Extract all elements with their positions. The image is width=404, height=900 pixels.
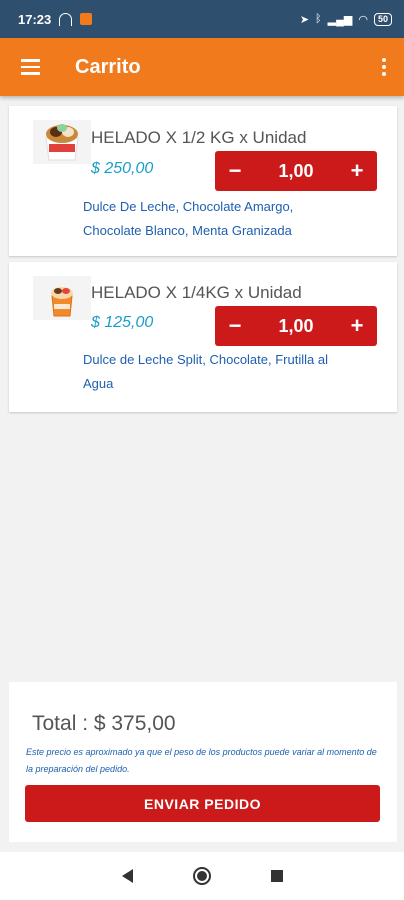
- product-price: $ 125,00: [91, 314, 154, 331]
- hamburger-icon-line: [20, 72, 40, 75]
- home-icon[interactable]: [192, 867, 211, 885]
- headphones-icon: [59, 12, 73, 26]
- flavor-list: Dulce de Leche Split, Chocolate, Frutill…: [83, 352, 328, 391]
- flavor-list: Dulce De Leche, Chocolate Amargo, Chocol…: [83, 199, 294, 238]
- ice-cream-quarter-kg-image: [33, 276, 91, 320]
- system-navigation-bar: [0, 852, 404, 900]
- menu-button[interactable]: [0, 38, 60, 96]
- increase-quantity-button[interactable]: +: [337, 151, 377, 191]
- status-bar: 17:23 ➤ ᛒ ▂▄▆ ◠ 50: [0, 0, 404, 38]
- more-dot-icon: [382, 58, 386, 62]
- location-icon: ➤: [299, 13, 310, 26]
- decrease-quantity-button[interactable]: −: [215, 306, 255, 346]
- quantity-stepper: − 1,00 +: [215, 151, 377, 191]
- ice-cream-half-kg-image: [33, 120, 91, 164]
- quantity-value: 1,00: [278, 315, 314, 336]
- wifi-icon: ◠: [358, 13, 368, 26]
- hamburger-icon-line: [20, 59, 40, 62]
- status-right: ➤ ᛒ ▂▄▆ ◠ 50: [299, 12, 392, 26]
- decrease-quantity-button[interactable]: −: [215, 151, 255, 191]
- increase-quantity-button[interactable]: +: [337, 306, 377, 346]
- product-name: HELADO X 1/2 KG x Unidad: [91, 128, 307, 147]
- status-left: 17:23: [18, 11, 93, 27]
- order-total: Total : $ 375,00: [32, 712, 176, 735]
- product-price: $ 250,00: [91, 160, 154, 177]
- recent-apps-icon[interactable]: [270, 870, 283, 882]
- bluetooth-icon: ᛒ: [315, 13, 322, 25]
- page-title: Carrito: [75, 55, 141, 78]
- more-dot-icon: [382, 65, 386, 69]
- more-options-button[interactable]: [364, 38, 404, 96]
- status-time: 17:23: [18, 11, 52, 27]
- order-summary: Total : $ 375,00 Este precio es aproxima…: [9, 682, 397, 842]
- quantity-value: 1,00: [278, 160, 314, 181]
- app-bar: Carrito: [0, 38, 404, 96]
- back-icon[interactable]: [121, 869, 133, 883]
- signal-icon: ▂▄▆: [327, 13, 353, 26]
- quantity-stepper: − 1,00 +: [215, 306, 377, 346]
- battery-icon: 50: [373, 12, 392, 26]
- more-dot-icon: [382, 72, 386, 76]
- price-disclaimer: Este precio es aproximado ya que el peso…: [26, 747, 377, 774]
- product-name: HELADO X 1/4KG x Unidad: [91, 283, 302, 302]
- app-notification-icon: [80, 13, 93, 25]
- cart-item: HELADO X 1/4KG x Unidad $ 125,00 − 1,00 …: [9, 262, 397, 412]
- hamburger-icon-line: [20, 65, 40, 69]
- cart-item: HELADO X 1/2 KG x Unidad $ 250,00 − 1,00…: [9, 106, 397, 256]
- send-order-button[interactable]: ENVIAR PEDIDO: [25, 785, 380, 822]
